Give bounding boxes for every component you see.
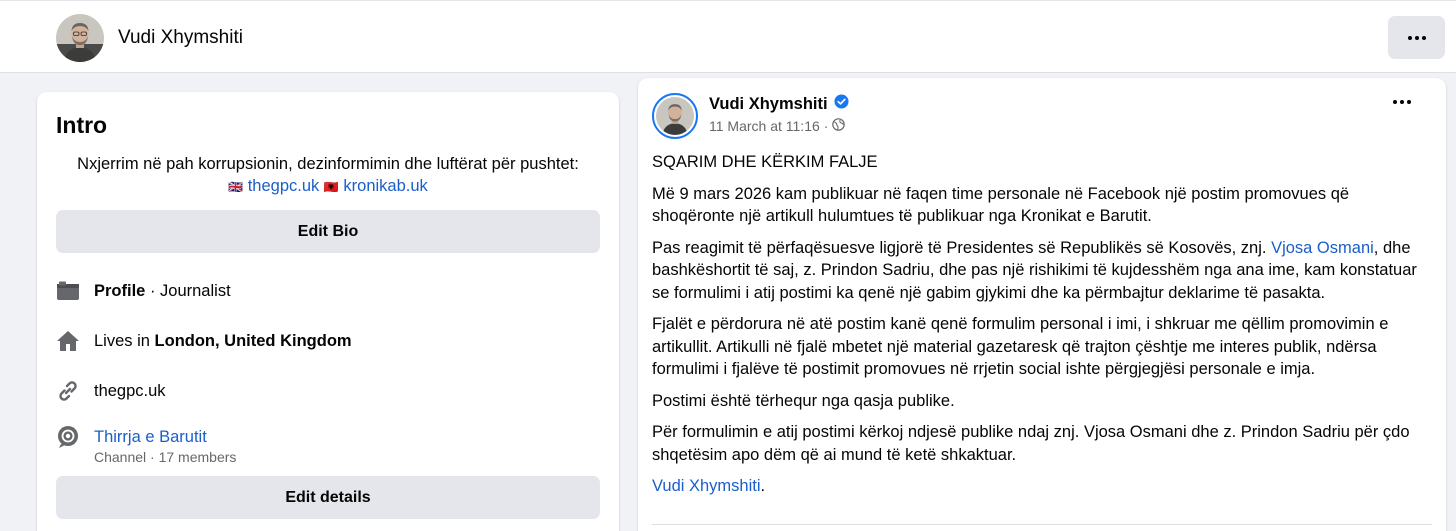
mention-vjosa-osmani[interactable]: Vjosa Osmani — [1271, 239, 1374, 257]
lives-prefix: Lives in — [94, 331, 155, 350]
post-paragraph-2-start: Pas reagimit të përfaqësuesve ligjorë të… — [652, 238, 1272, 257]
post-card: Vudi Xhymshiti 11 March at 11:16 · SQARI… — [638, 78, 1446, 531]
post-author-name[interactable]: Vudi Xhymshiti — [709, 95, 828, 114]
briefcase-icon — [56, 279, 80, 303]
profile-sep: · — [145, 281, 161, 300]
post-date[interactable]: 11 March at 11:16 — [709, 118, 820, 134]
edit-details-button[interactable]: Edit details — [56, 476, 600, 519]
uk-flag-icon: 🇬🇧 — [228, 180, 244, 194]
home-icon — [56, 329, 80, 353]
channel-subtitle: Channel · 17 members — [94, 449, 237, 465]
bio-link-thegpc[interactable]: thegpc.uk — [248, 177, 320, 195]
post-paragraph-1: Më 9 mars 2026 kam publikuar në faqen ti… — [652, 184, 1350, 226]
post-paragraph-3: Fjalët e përdorura në atë postim kanë qe… — [652, 315, 1389, 378]
intro-card: Intro Nxjerrim në pah korrupsionin, dezi… — [37, 92, 619, 531]
intro-title: Intro — [56, 112, 108, 138]
bio-text: Nxjerrim në pah korrupsionin, dezinformi… — [77, 155, 579, 173]
mention-vudi-xhymshiti[interactable]: Vudi Xhymshiti — [652, 477, 761, 495]
post-author-avatar[interactable] — [652, 93, 698, 139]
intro-lives-row: Lives in London, United Kingdom — [56, 329, 352, 353]
post-author-row: Vudi Xhymshiti — [709, 94, 849, 114]
website-text[interactable]: thegpc.uk — [94, 382, 166, 401]
albania-flag-icon: 🇦🇱 — [323, 180, 339, 194]
link-icon — [56, 379, 80, 403]
post-meta-sep: · — [823, 118, 829, 134]
post-options-ellipsis-icon[interactable] — [1393, 100, 1411, 104]
profile-avatar[interactable] — [56, 14, 104, 62]
post-body: SQARIM DHE KËRKIM FALJE Më 9 mars 2026 k… — [652, 151, 1436, 507]
post-paragraph-4: Postimi është tërhequr nga qasja publike… — [652, 391, 955, 410]
lives-value[interactable]: London, United Kingdom — [155, 332, 352, 351]
profile-top-bar: Vudi Xhymshiti — [0, 0, 1456, 73]
profile-more-button[interactable] — [1388, 16, 1445, 59]
post-divider — [652, 524, 1432, 525]
edit-bio-button[interactable]: Edit Bio — [56, 210, 600, 253]
intro-channel-row: Thirrja e Barutit — [56, 425, 207, 449]
ellipsis-icon — [1407, 35, 1426, 40]
intro-profile-row: Profile · Journalist — [56, 279, 231, 303]
profile-name: Vudi Xhymshiti — [118, 27, 243, 48]
verified-badge-icon — [834, 94, 849, 114]
post-paragraph-2: Pas reagimit të përfaqësuesve ligjorë të… — [652, 237, 1436, 305]
channel-broadcast-icon — [56, 425, 80, 449]
profile-value: Journalist — [160, 281, 231, 300]
post-signature: Vudi Xhymshiti. — [652, 475, 1436, 498]
channel-name-link[interactable]: Thirrja e Barutit — [94, 428, 207, 447]
post-paragraph-5: Për formulimin e atij postimi kërkoj ndj… — [652, 423, 1410, 464]
intro-bio: Nxjerrim në pah korrupsionin, dezinformi… — [37, 153, 619, 198]
post-meta: 11 March at 11:16 · — [709, 118, 846, 134]
globe-icon — [832, 118, 846, 134]
profile-label: Profile — [94, 281, 146, 300]
intro-website-row: thegpc.uk — [56, 379, 166, 403]
post-title: SQARIM DHE KËRKIM FALJE — [652, 153, 878, 171]
bio-link-kronikab[interactable]: kronikab.uk — [343, 177, 427, 195]
signature-end: . — [760, 477, 766, 495]
